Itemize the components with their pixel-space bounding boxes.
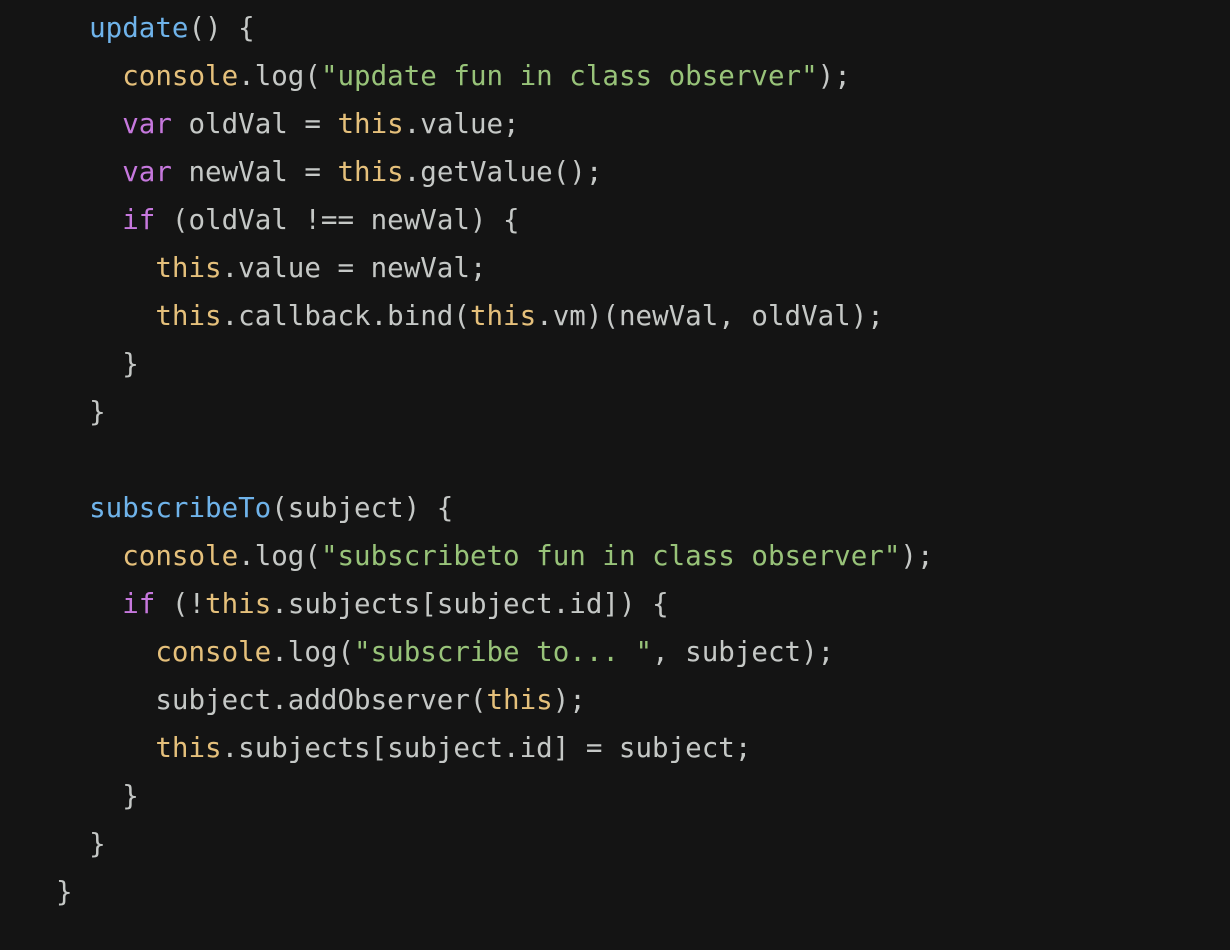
code-line: update() { — [56, 4, 255, 52]
code-token-builtin: this — [337, 108, 404, 140]
code-token-plain: } — [56, 828, 106, 860]
code-line: } — [56, 388, 106, 436]
code-token-builtin: this — [486, 684, 553, 716]
code-token-builtin: console — [122, 60, 239, 92]
code-line: } — [56, 772, 139, 820]
code-line: console.log("subscribe to... ", subject)… — [56, 628, 834, 676]
code-line: subject.addObserver(this); — [56, 676, 586, 724]
code-token-plain: (oldVal !== newVal) { — [155, 204, 520, 236]
code-line: } — [56, 820, 106, 868]
code-token-keyword: var — [122, 108, 172, 140]
code-line: } — [56, 868, 73, 916]
code-token-plain: ); — [552, 684, 586, 716]
code-line: this.callback.bind(this.vm)(newVal, oldV… — [56, 292, 884, 340]
code-line: console.log("subscribeto fun in class ob… — [56, 532, 934, 580]
code-token-plain: .value = newVal; — [221, 252, 487, 284]
code-line: } — [56, 340, 139, 388]
code-line: this.value = newVal; — [56, 244, 486, 292]
code-token-string: "update fun in class observer" — [320, 60, 818, 92]
code-token-plain: oldVal = — [171, 108, 338, 140]
code-token-plain: newVal = — [171, 156, 338, 188]
code-token-plain: ); — [900, 540, 934, 572]
code-line: var newVal = this.getValue(); — [56, 148, 602, 196]
code-token-plain: } — [56, 876, 73, 908]
code-token-plain: .value; — [403, 108, 520, 140]
code-token-keyword: if — [122, 204, 156, 236]
code-token-builtin: this — [155, 252, 222, 284]
code-token-plain: (! — [155, 588, 206, 620]
code-token-builtin: this — [155, 732, 222, 764]
code-token-plain: , subject); — [652, 636, 835, 668]
code-line: if (oldVal !== newVal) { — [56, 196, 520, 244]
code-line: console.log("update fun in class observe… — [56, 52, 851, 100]
code-token-plain: .subjects[subject.id]) { — [271, 588, 669, 620]
code-token-func: update — [56, 12, 189, 44]
code-token-plain: } — [56, 396, 106, 428]
code-token-builtin: console — [122, 540, 239, 572]
code-token-keyword: var — [122, 156, 172, 188]
code-token-string: "subscribeto fun in class observer" — [320, 540, 901, 572]
code-token-plain: .callback.bind( — [221, 300, 470, 332]
code-token-plain: .log( — [238, 540, 321, 572]
code-token-plain: } — [56, 780, 139, 812]
code-token-plain: .log( — [238, 60, 321, 92]
code-token-plain: .getValue(); — [403, 156, 603, 188]
code-token-plain: .vm)(newVal, oldVal); — [536, 300, 884, 332]
code-line: subscribeTo(subject) { — [56, 484, 453, 532]
code-token-plain: .subjects[subject.id] = subject; — [221, 732, 752, 764]
code-editor[interactable]: update() { console.log("update fun in cl… — [0, 0, 1230, 950]
code-token-builtin: console — [155, 636, 272, 668]
code-token-plain: } — [56, 348, 139, 380]
code-token-builtin: this — [155, 300, 222, 332]
code-line: var oldVal = this.value; — [56, 100, 520, 148]
code-token-keyword: if — [122, 588, 156, 620]
code-token-plain: subject.addObserver( — [56, 684, 487, 716]
code-token-string: "subscribe to... " — [354, 636, 653, 668]
code-token-plain: () { — [188, 12, 255, 44]
code-line: this.subjects[subject.id] = subject; — [56, 724, 751, 772]
code-line: if (!this.subjects[subject.id]) { — [56, 580, 669, 628]
code-token-builtin: this — [337, 156, 404, 188]
code-token-builtin: this — [205, 588, 272, 620]
code-token-func: subscribeTo — [56, 492, 272, 524]
code-token-plain: ); — [817, 60, 851, 92]
code-token-plain: (subject) { — [271, 492, 454, 524]
code-token-builtin: this — [469, 300, 537, 332]
code-token-plain: .log( — [271, 636, 355, 668]
